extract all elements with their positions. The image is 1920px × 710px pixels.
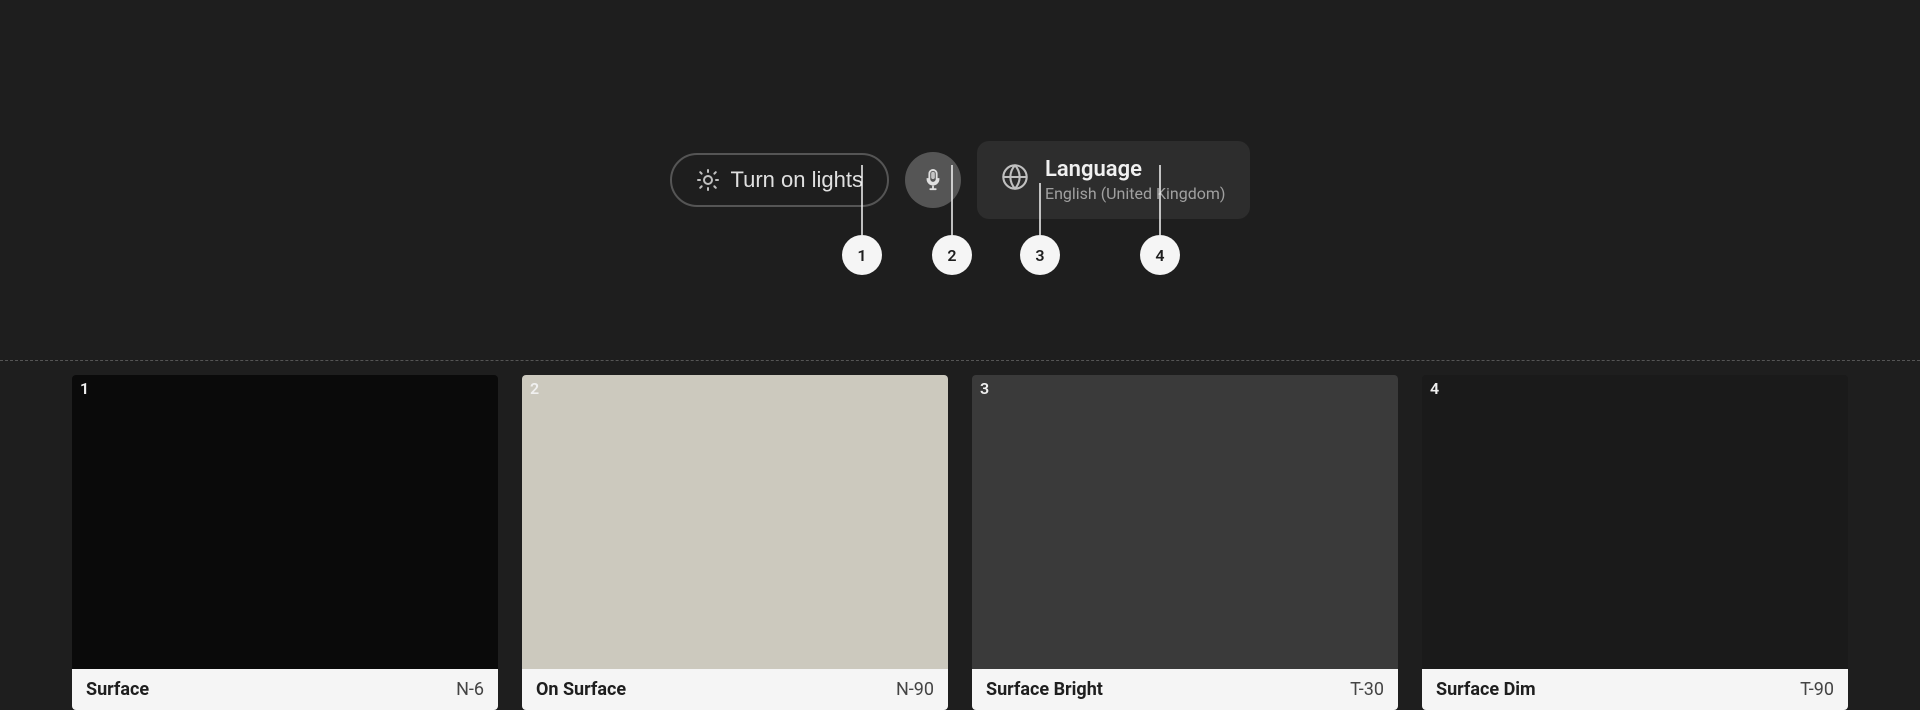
swatch-2-number: 2 — [522, 375, 547, 402]
swatch-2-code: N-90 — [896, 679, 934, 700]
language-subtitle: English (United Kingdom) — [1045, 184, 1226, 203]
swatch-3-code: T-30 — [1350, 679, 1384, 700]
swatch-surface-bright: 3 Surface Bright T-30 — [972, 375, 1398, 710]
svg-text:4: 4 — [1155, 246, 1164, 265]
swatch-surface: 1 Surface N-6 — [72, 375, 498, 710]
swatch-2-name: On Surface — [536, 679, 626, 700]
svg-text:1: 1 — [857, 246, 866, 265]
swatch-1-name: Surface — [86, 679, 149, 700]
swatch-3-label: Surface Bright T-30 — [972, 669, 1398, 710]
mic-button[interactable] — [905, 152, 961, 208]
turn-on-lights-button[interactable]: Turn on lights — [670, 153, 888, 207]
svg-text:2: 2 — [947, 246, 956, 265]
swatch-3-name: Surface Bright — [986, 679, 1103, 700]
sun-icon — [696, 168, 720, 192]
language-info: Language English (United Kingdom) — [1045, 157, 1226, 203]
globe-icon — [1001, 163, 1029, 197]
swatch-4-number: 4 — [1422, 375, 1447, 402]
color-swatches-section: 1 Surface N-6 2 On Surface N-90 3 Surfac… — [0, 375, 1920, 710]
swatch-4-name: Surface Dim — [1436, 679, 1536, 700]
swatch-4-code: T-90 — [1800, 679, 1834, 700]
button-label: Turn on lights — [730, 167, 862, 193]
svg-text:3: 3 — [1035, 246, 1044, 265]
swatch-4-color — [1422, 375, 1848, 669]
swatch-1-number: 1 — [72, 375, 97, 402]
language-card: Language English (United Kingdom) — [977, 141, 1250, 219]
swatch-2-color — [522, 375, 948, 669]
swatch-3-number: 3 — [972, 375, 997, 402]
swatch-1-color — [72, 375, 498, 669]
swatch-4-label: Surface Dim T-90 — [1422, 669, 1848, 710]
swatch-surface-dim: 4 Surface Dim T-90 — [1422, 375, 1848, 710]
language-title: Language — [1045, 157, 1226, 182]
top-section: Turn on lights Language English (United … — [0, 0, 1920, 360]
swatch-1-label: Surface N-6 — [72, 669, 498, 710]
swatch-2-label: On Surface N-90 — [522, 669, 948, 710]
mic-icon — [922, 169, 944, 191]
swatch-1-code: N-6 — [456, 679, 484, 700]
section-divider — [0, 360, 1920, 361]
swatch-on-surface: 2 On Surface N-90 — [522, 375, 948, 710]
swatch-3-color — [972, 375, 1398, 669]
